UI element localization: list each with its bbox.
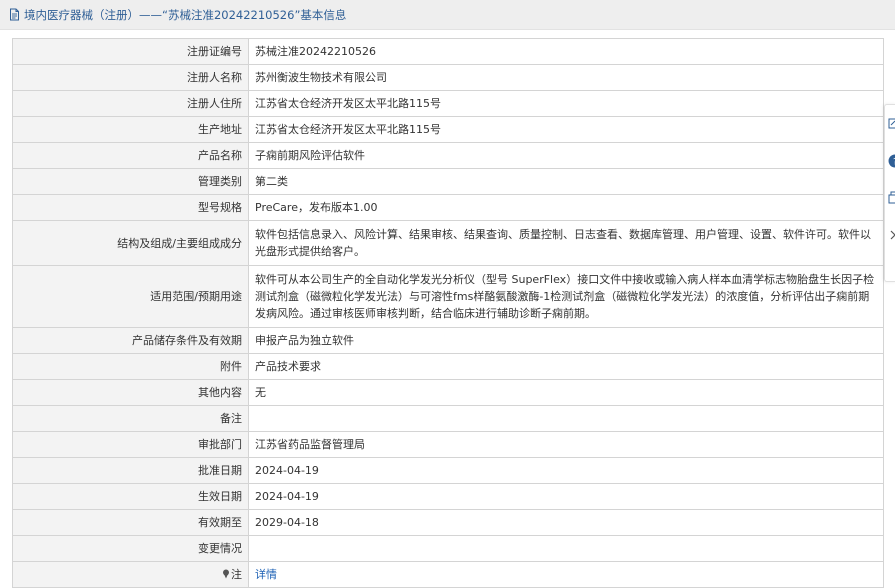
row-label: 变更情况 [13, 536, 249, 562]
pin-icon [222, 569, 230, 579]
row-value: 子痫前期风险评估软件 [249, 143, 884, 169]
table-row: 结构及组成/主要组成成分 软件包括信息录入、风险计算、结果审核、结果查询、质量控… [13, 221, 884, 266]
row-label: 生效日期 [13, 484, 249, 510]
row-value: 软件可从本公司生产的全自动化学发光分析仪（型号 SuperFlex）接口文件中接… [249, 266, 884, 328]
row-label: 注册人名称 [13, 65, 249, 91]
table-row: 注册证编号 苏械注准20242210526 [13, 39, 884, 65]
row-value: 申报产品为独立软件 [249, 328, 884, 354]
row-label: 其他内容 [13, 380, 249, 406]
table-row: 变更情况 [13, 536, 884, 562]
row-label: 注册证编号 [13, 39, 249, 65]
row-value: PreCare，发布版本1.00 [249, 195, 884, 221]
row-value: 2024-04-19 [249, 484, 884, 510]
row-value: 产品技术要求 [249, 354, 884, 380]
table-row: 产品储存条件及有效期 申报产品为独立软件 [13, 328, 884, 354]
table-row: 注册人名称 苏州衡波生物技术有限公司 [13, 65, 884, 91]
row-value [249, 536, 884, 562]
row-value: 江苏省太仓经济开发区太平北路115号 [249, 117, 884, 143]
document-icon [8, 8, 21, 21]
row-label: 产品储存条件及有效期 [13, 328, 249, 354]
table-row: 生效日期 2024-04-19 [13, 484, 884, 510]
table-row: 审批部门 江苏省药品监督管理局 [13, 432, 884, 458]
side-toolbar: ? [884, 104, 895, 282]
row-label: 批准日期 [13, 458, 249, 484]
row-value: 江苏省太仓经济开发区太平北路115号 [249, 91, 884, 117]
row-label: 有效期至 [13, 510, 249, 536]
table-row: 产品名称 子痫前期风险评估软件 [13, 143, 884, 169]
row-value: 软件包括信息录入、风险计算、结果审核、结果查询、质量控制、日志查看、数据库管理、… [249, 221, 884, 266]
row-label: 附件 [13, 354, 249, 380]
table-row: 批准日期 2024-04-19 [13, 458, 884, 484]
table-row: 管理类别 第二类 [13, 169, 884, 195]
copy-icon[interactable] [888, 191, 895, 205]
row-label: 生产地址 [13, 117, 249, 143]
table-row: 适用范围/预期用途 软件可从本公司生产的全自动化学发光分析仪（型号 SuperF… [13, 266, 884, 328]
table-row: 型号规格 PreCare，发布版本1.00 [13, 195, 884, 221]
table-row: 有效期至 2029-04-18 [13, 510, 884, 536]
table-row: 附件 产品技术要求 [13, 354, 884, 380]
table-row: 备注 [13, 406, 884, 432]
row-value: 2024-04-19 [249, 458, 884, 484]
row-value [249, 406, 884, 432]
row-label: 型号规格 [13, 195, 249, 221]
details-link[interactable]: 详情 [255, 568, 277, 581]
row-label: 产品名称 [13, 143, 249, 169]
device-info-table: 注册证编号 苏械注准20242210526 注册人名称 苏州衡波生物技术有限公司… [12, 38, 884, 588]
note-label: 注 [231, 568, 242, 581]
row-label: 注册人住所 [13, 91, 249, 117]
row-label: 管理类别 [13, 169, 249, 195]
row-label: 适用范围/预期用途 [13, 266, 249, 328]
chevron-right-icon[interactable] [888, 228, 895, 242]
edit-icon[interactable] [888, 117, 895, 131]
row-label: 审批部门 [13, 432, 249, 458]
page-title: 境内医疗器械（注册）——“苏械注准20242210526”基本信息 [24, 7, 346, 23]
row-value: 江苏省药品监督管理局 [249, 432, 884, 458]
table-row: 注册人住所 江苏省太仓经济开发区太平北路115号 [13, 91, 884, 117]
table-row: 生产地址 江苏省太仓经济开发区太平北路115号 [13, 117, 884, 143]
row-label: 备注 [13, 406, 249, 432]
row-label: 结构及组成/主要组成成分 [13, 221, 249, 266]
row-value: 第二类 [249, 169, 884, 195]
row-value: 苏州衡波生物技术有限公司 [249, 65, 884, 91]
page-header: 境内医疗器械（注册）——“苏械注准20242210526”基本信息 [0, 0, 895, 30]
help-icon[interactable]: ? [888, 154, 895, 168]
row-value: 2029-04-18 [249, 510, 884, 536]
table-row: 其他内容 无 [13, 380, 884, 406]
row-value: 无 [249, 380, 884, 406]
row-value: 苏械注准20242210526 [249, 39, 884, 65]
